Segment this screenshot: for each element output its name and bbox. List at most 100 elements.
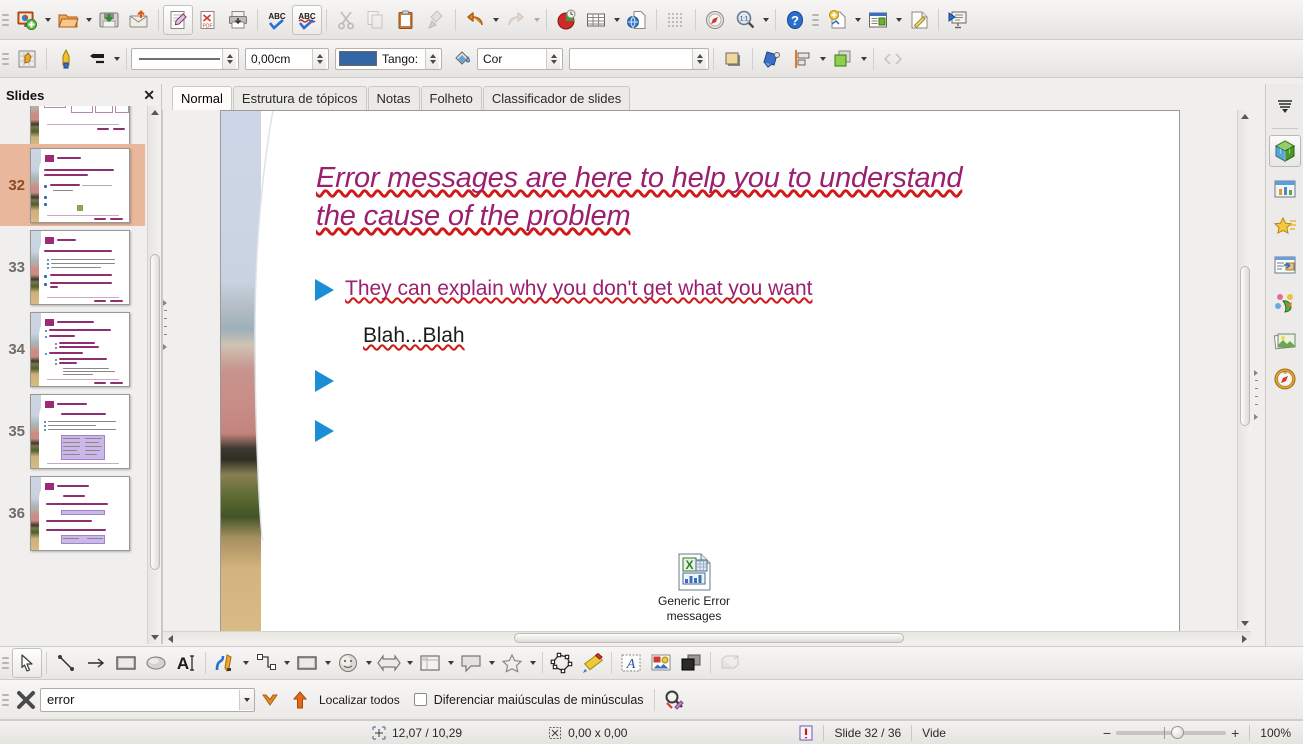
arrow-style-button[interactable] xyxy=(81,44,111,74)
line-color-spinner[interactable] xyxy=(425,48,439,69)
toolbar-grip-2[interactable] xyxy=(812,9,819,31)
connector-dropdown[interactable] xyxy=(281,648,292,678)
toolbar-grip[interactable] xyxy=(2,9,9,31)
find-replace-dialog-button[interactable] xyxy=(659,685,689,715)
canvas-scroll-up-button[interactable] xyxy=(1238,110,1252,123)
bullet-row-1[interactable]: They can explain why you don't get what … xyxy=(315,276,1015,302)
linefill-grip[interactable] xyxy=(2,48,9,70)
sidebar-item-animation[interactable] xyxy=(1269,211,1301,243)
slide-layout-dropdown[interactable] xyxy=(893,5,904,35)
align-dropdown[interactable] xyxy=(817,44,828,74)
curve-dropdown[interactable] xyxy=(240,648,251,678)
findbar-grip[interactable] xyxy=(2,689,9,711)
insert-table-button[interactable] xyxy=(581,5,611,35)
tab-outline[interactable]: Estrutura de tópicos xyxy=(232,86,367,110)
area-dialog-button[interactable] xyxy=(757,44,787,74)
list-item-selected[interactable]: 32 xyxy=(0,144,145,226)
shadow-toggle-button[interactable] xyxy=(718,44,748,74)
clone-formatting-button[interactable] xyxy=(421,5,451,35)
connector-tool-button[interactable] xyxy=(251,648,281,678)
sidebar-item-slide-transition[interactable] xyxy=(1269,173,1301,205)
help-button[interactable]: ? xyxy=(780,5,810,35)
list-item[interactable]: 31 xyxy=(0,106,145,150)
slides-list[interactable]: 31 xyxy=(0,106,145,644)
sidebar-item-master-slides[interactable] xyxy=(1269,249,1301,281)
tab-notes[interactable]: Notas xyxy=(367,86,420,110)
extrusion-button[interactable] xyxy=(715,648,745,678)
print-button[interactable] xyxy=(223,5,253,35)
slide-canvas[interactable]: Error messages are here to help you to u… xyxy=(220,110,1180,632)
line-style-spinner[interactable] xyxy=(222,48,236,69)
block-arrows-dropdown[interactable] xyxy=(404,648,415,678)
export-pdf-button[interactable]: PDF xyxy=(193,5,223,35)
slides-scrollbar-thumb[interactable] xyxy=(150,254,160,570)
star-shapes-dropdown[interactable] xyxy=(527,648,538,678)
slide-thumbnail[interactable] xyxy=(30,393,130,469)
tab-handout[interactable]: Folheto xyxy=(420,86,482,110)
open-dropdown[interactable] xyxy=(83,5,94,35)
email-document-button[interactable] xyxy=(124,5,154,35)
symbol-shapes-dropdown[interactable] xyxy=(363,648,374,678)
open-button[interactable] xyxy=(53,5,83,35)
line-color-combo[interactable]: Tango: xyxy=(335,47,442,70)
zoom-track[interactable] xyxy=(1116,725,1227,739)
ole-object[interactable]: X Generic Error messages xyxy=(639,553,749,624)
list-item[interactable]: 34 xyxy=(0,308,145,390)
slides-scroll-up-button[interactable] xyxy=(148,106,162,119)
zoom-out-button[interactable]: − xyxy=(1103,726,1111,740)
undo-button[interactable] xyxy=(460,5,490,35)
curve-tool-button[interactable] xyxy=(210,648,240,678)
callout-shapes-button[interactable] xyxy=(456,648,486,678)
tab-normal[interactable]: Normal xyxy=(172,86,232,110)
glue-points-button[interactable] xyxy=(51,44,81,74)
master-slide-button[interactable] xyxy=(904,5,934,35)
line-style-combo[interactable] xyxy=(131,47,239,70)
list-item[interactable]: 33 xyxy=(0,226,145,308)
sidebar-item-navigator[interactable]: N xyxy=(1269,363,1301,395)
rotate-button[interactable] xyxy=(676,648,706,678)
start-slideshow-button[interactable] xyxy=(943,5,973,35)
line-tool-button[interactable] xyxy=(51,648,81,678)
block-arrows-button[interactable] xyxy=(374,648,404,678)
helplines-button[interactable] xyxy=(700,5,730,35)
find-next-button[interactable] xyxy=(285,685,315,715)
edit-points-button[interactable] xyxy=(12,44,42,74)
symbol-shapes-button[interactable] xyxy=(333,648,363,678)
bullet-row-3[interactable] xyxy=(315,417,345,442)
new-presentation-button[interactable] xyxy=(12,5,42,35)
new-slide-dropdown[interactable] xyxy=(852,5,863,35)
document-modified-icon[interactable] xyxy=(799,725,813,741)
zoom-slider[interactable]: − + xyxy=(1103,725,1239,740)
sidebar-item-gallery[interactable] xyxy=(1269,325,1301,357)
arrange-objects-button[interactable] xyxy=(828,44,858,74)
slide-layout-button[interactable] xyxy=(863,5,893,35)
undo-dropdown[interactable] xyxy=(490,5,501,35)
zoom-level-value[interactable]: 100% xyxy=(1260,726,1291,740)
flowchart-shapes-button[interactable] xyxy=(415,648,445,678)
match-case-checkbox[interactable]: Diferenciar maiúsculas de minúsculas xyxy=(413,693,644,707)
bullet-row-2[interactable] xyxy=(315,367,345,392)
display-grid-button[interactable] xyxy=(661,5,691,35)
canvas-scroll-right-button[interactable] xyxy=(1237,632,1251,645)
text-box-tool-button[interactable]: A xyxy=(171,648,201,678)
slide-thumbnail[interactable] xyxy=(30,475,130,551)
canvas-scroll-down-button[interactable] xyxy=(1238,617,1252,630)
new-slide-button[interactable] xyxy=(822,5,852,35)
zoom-knob[interactable] xyxy=(1171,725,1185,739)
slide-thumbnail[interactable] xyxy=(30,147,130,223)
slides-scroll-down-button[interactable] xyxy=(148,631,162,644)
ellipse-tool-button[interactable] xyxy=(141,648,171,678)
canvas-scroll-left-button[interactable] xyxy=(163,632,177,645)
select-tool-button[interactable] xyxy=(12,648,42,678)
insert-chart-button[interactable] xyxy=(551,5,581,35)
zoom-dropdown[interactable] xyxy=(760,5,771,35)
close-find-toolbar-button[interactable] xyxy=(12,685,40,715)
redo-button[interactable] xyxy=(501,5,531,35)
tab-slide-sorter[interactable]: Classificador de slides xyxy=(482,86,631,110)
align-objects-button[interactable] xyxy=(787,44,817,74)
sidebar-item-properties[interactable] xyxy=(1268,135,1301,167)
paste-button[interactable] xyxy=(391,5,421,35)
fill-style-combo[interactable]: Cor xyxy=(477,47,563,70)
rectangle-tool-button[interactable] xyxy=(111,648,141,678)
search-history-dropdown[interactable] xyxy=(239,689,254,710)
